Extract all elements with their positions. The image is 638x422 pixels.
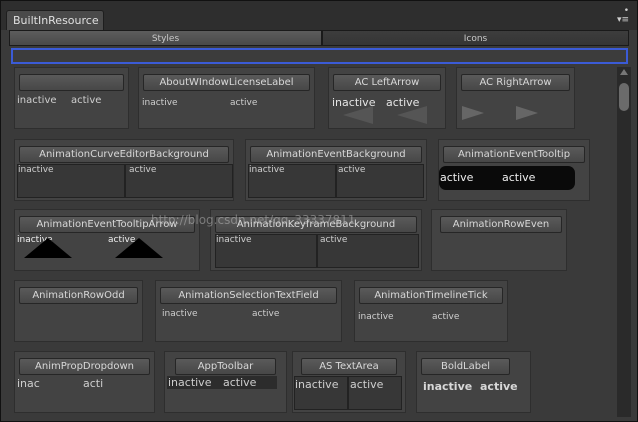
style-name-label: AnimPropDropdown xyxy=(19,358,150,375)
active-label: active xyxy=(338,165,366,175)
style-name-label: AnimationCurveEditorBackground xyxy=(19,146,229,163)
style-item[interactable]: AnimationEventTooltipArrow inactive acti… xyxy=(14,209,200,271)
style-item[interactable]: inactive active xyxy=(14,67,129,129)
style-name-label: AnimationRowEven xyxy=(440,216,562,233)
scrollbar-thumb[interactable] xyxy=(619,83,629,111)
inactive-label: inactive xyxy=(142,98,178,108)
toolbar: Styles Icons xyxy=(9,30,629,46)
right-arrow-icon xyxy=(516,106,538,120)
inactive-label: inactive xyxy=(168,376,212,389)
right-arrow-icon xyxy=(462,106,484,120)
tab-styles[interactable]: Styles xyxy=(9,30,322,46)
style-name-label: AnimationEventBackground xyxy=(250,146,422,163)
style-item[interactable]: AC RightArrow xyxy=(456,67,575,129)
tooltip-arrow-icon xyxy=(115,238,163,258)
style-item[interactable]: AnimationCurveEditorBackground inactive … xyxy=(14,139,234,201)
style-item[interactable]: AnimationSelectionTextField inactive act… xyxy=(155,280,342,342)
active-label: active xyxy=(129,165,157,175)
style-name-label: AnimationEventTooltipArrow xyxy=(19,216,195,233)
vertical-scrollbar[interactable] xyxy=(617,67,631,417)
inactive-label: inactive xyxy=(162,309,198,319)
style-item[interactable]: AboutWIndowLicenseLabel inactive active xyxy=(138,67,315,129)
left-arrow-icon xyxy=(343,106,373,124)
style-name-label: AC LeftArrow xyxy=(333,74,441,91)
left-arrow-icon xyxy=(397,106,427,124)
active-label: active xyxy=(432,312,460,322)
inactive-label: inactive xyxy=(423,380,473,393)
active-label: active xyxy=(223,376,257,389)
style-item[interactable]: AnimationEventTooltip active active xyxy=(438,139,590,201)
style-name-label: AnimationRowOdd xyxy=(19,287,138,304)
style-name-label: AnimationKeyframeBackground xyxy=(215,216,417,233)
style-name-label: AnimationEventTooltip xyxy=(443,146,585,163)
style-item[interactable]: AS TextArea inactive active xyxy=(292,351,406,413)
inactive-label: inactive xyxy=(295,378,339,391)
style-item[interactable]: BoldLabel inactive active xyxy=(416,351,531,413)
active-label: active xyxy=(502,171,536,184)
style-item[interactable]: AnimationRowEven xyxy=(431,209,567,271)
scroll-up-icon[interactable] xyxy=(620,69,628,75)
style-name-label: AS TextArea xyxy=(301,358,397,375)
active-label: active xyxy=(350,378,384,391)
style-item[interactable]: AppToolbar inactive active xyxy=(164,351,287,413)
tooltip-arrow-icon xyxy=(24,238,72,258)
inactive-label: inactive xyxy=(17,95,57,106)
active-label: active xyxy=(320,235,348,245)
inactive-label: inactive xyxy=(18,165,54,175)
window-tab[interactable]: BuiltInResource xyxy=(6,10,104,30)
inactive-label: inac xyxy=(17,377,40,390)
style-name-label: BoldLabel xyxy=(421,358,510,375)
editor-window: BuiltInResource • ▾≡ Styles Icons inacti… xyxy=(0,0,638,422)
style-item[interactable]: AnimationTimelineTick inactive active xyxy=(354,280,508,342)
active-label: active xyxy=(230,98,258,108)
title-bar: BuiltInResource • ▾≡ xyxy=(1,1,637,30)
tab-icons[interactable]: Icons xyxy=(322,30,629,46)
style-name-label: AppToolbar xyxy=(175,358,276,375)
inactive-label: inactive xyxy=(358,312,394,322)
inactive-label: active xyxy=(440,171,474,184)
style-name-label: AboutWIndowLicenseLabel xyxy=(143,74,310,91)
style-name-label xyxy=(19,74,124,91)
inactive-label: inactive xyxy=(216,235,252,245)
style-name-label: AnimationTimelineTick xyxy=(359,287,503,304)
window-controls: • ▾≡ xyxy=(617,7,629,25)
style-item[interactable]: AC LeftArrow inactive active xyxy=(328,67,446,129)
style-name-label: AnimationSelectionTextField xyxy=(160,287,337,304)
style-list: inactive active AboutWIndowLicenseLabel … xyxy=(9,67,615,417)
style-item[interactable]: AnimationRowOdd xyxy=(14,280,143,342)
style-item[interactable]: AnimationEventBackground inactive active xyxy=(245,139,427,201)
style-item[interactable]: AnimationKeyframeBackground inactive act… xyxy=(210,209,422,271)
inactive-label: inactive xyxy=(249,165,285,175)
active-label: active xyxy=(71,95,102,106)
style-name-label: AC RightArrow xyxy=(461,74,570,91)
style-item[interactable]: AnimPropDropdown inac acti xyxy=(14,351,155,413)
search-input[interactable] xyxy=(11,48,628,64)
window-menu-icon[interactable]: ▾≡ xyxy=(617,16,629,25)
active-label: acti xyxy=(83,377,104,390)
active-label: active xyxy=(480,380,518,393)
active-label: active xyxy=(252,309,280,319)
